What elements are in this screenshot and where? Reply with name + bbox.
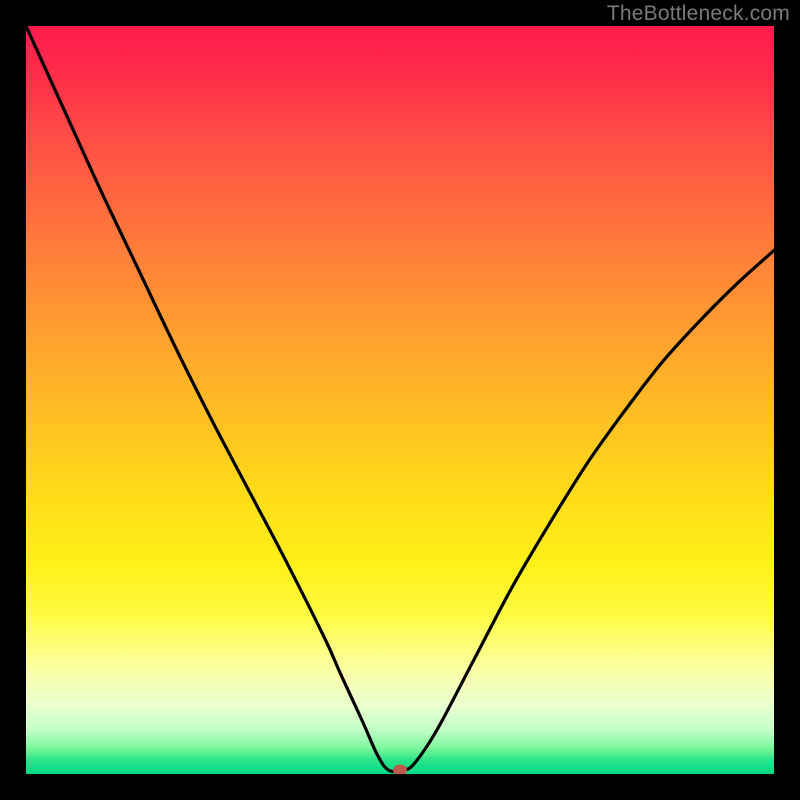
watermark-text: TheBottleneck.com <box>607 2 790 26</box>
bottleneck-point-marker <box>393 765 407 774</box>
bottleneck-curve <box>26 26 774 774</box>
chart-frame: TheBottleneck.com <box>0 0 800 800</box>
plot-area <box>26 26 774 774</box>
